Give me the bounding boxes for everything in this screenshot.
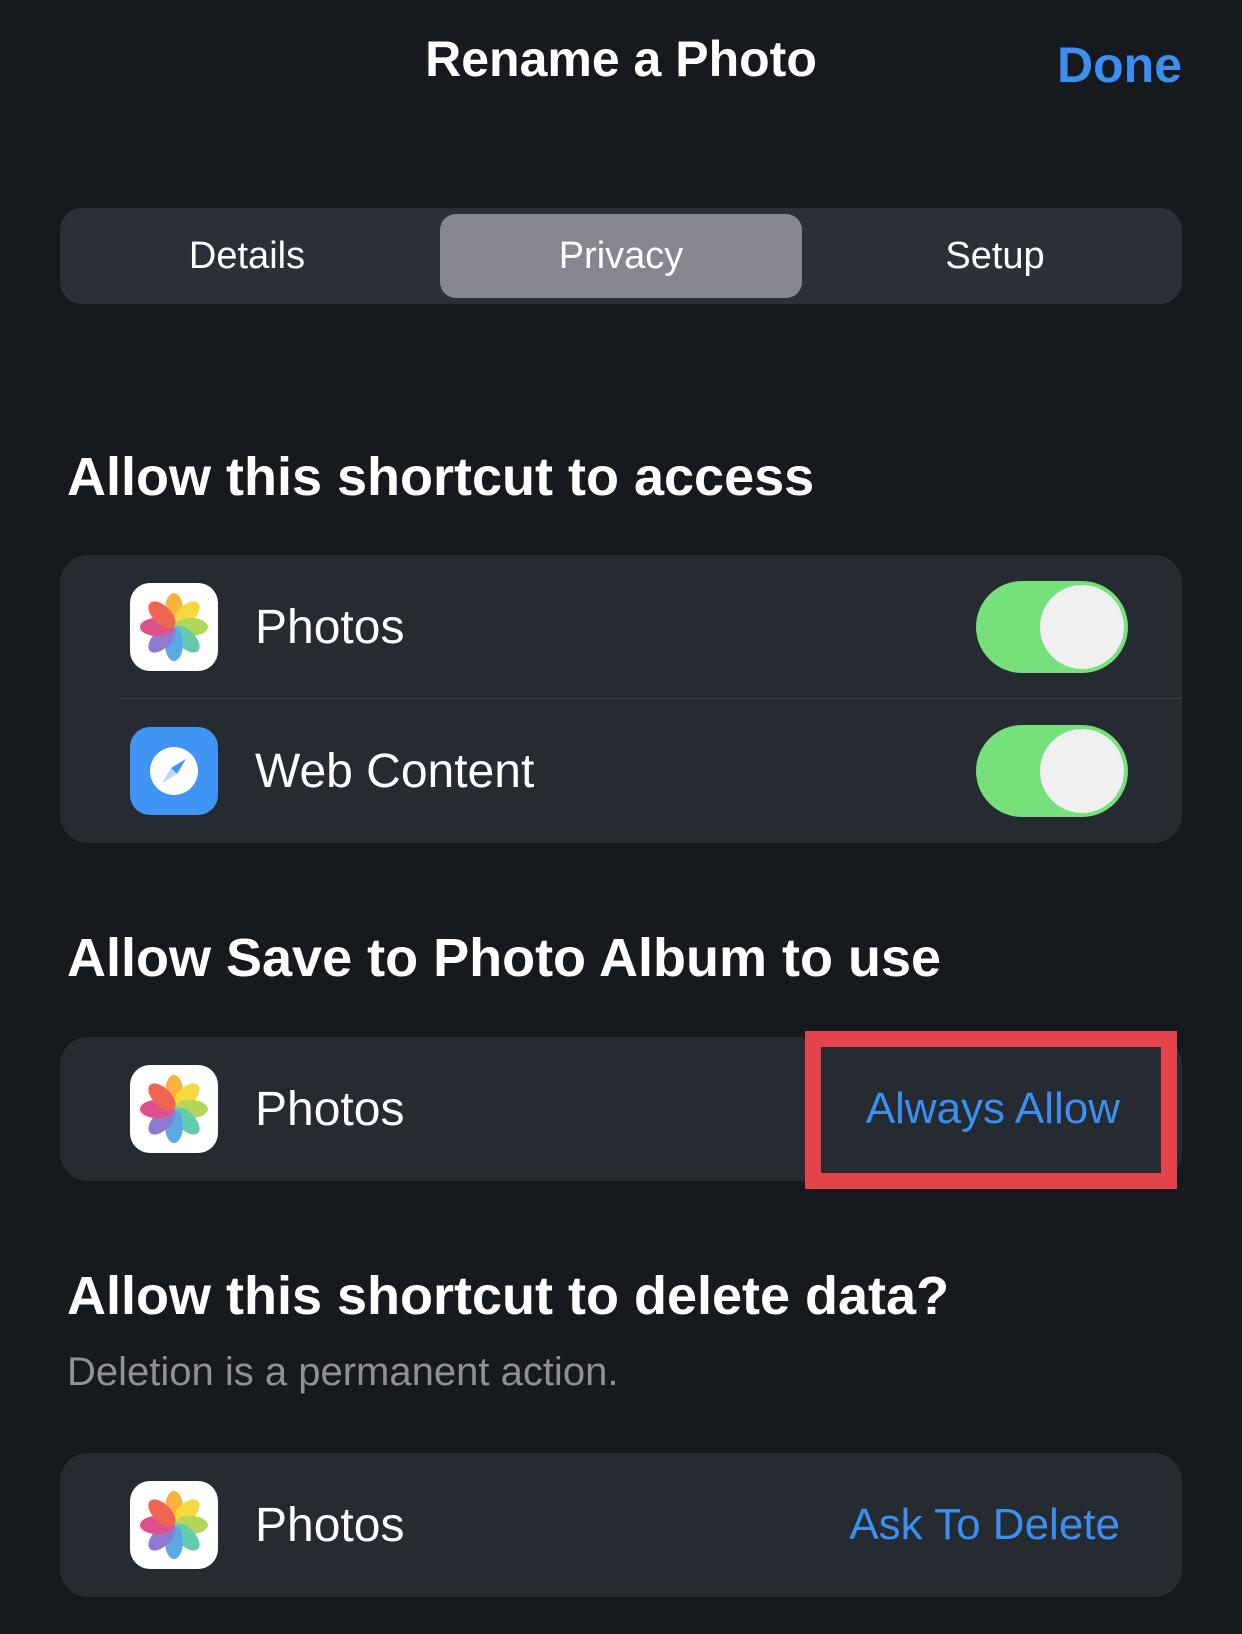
- save-photos-label: Photos: [255, 1082, 405, 1136]
- tab-details[interactable]: Details: [66, 214, 428, 298]
- save-section-title: Allow Save to Photo Album to use: [67, 928, 942, 988]
- delete-row-photos: Photos Ask To Delete: [60, 1453, 1182, 1597]
- access-group: Photos Web Content: [60, 555, 1182, 843]
- ask-to-delete-button[interactable]: Ask To Delete: [849, 1500, 1120, 1550]
- delete-section-subtitle: Deletion is a permanent action.: [67, 1350, 619, 1394]
- delete-photos-label: Photos: [255, 1498, 405, 1552]
- tab-privacy[interactable]: Privacy: [440, 214, 802, 298]
- segmented-control: Details Privacy Setup: [60, 208, 1182, 304]
- access-photos-label: Photos: [255, 600, 405, 654]
- access-row-web-content: Web Content: [60, 699, 1182, 843]
- access-section-title: Allow this shortcut to access: [67, 447, 815, 507]
- access-row-photos: Photos: [60, 555, 1182, 699]
- highlight-annotation: [805, 1031, 1177, 1189]
- photos-app-icon: [130, 1481, 218, 1569]
- done-button[interactable]: Done: [1057, 36, 1182, 94]
- delete-group: Photos Ask To Delete: [60, 1453, 1182, 1597]
- photos-access-toggle[interactable]: [976, 581, 1128, 673]
- web-content-access-toggle[interactable]: [976, 725, 1128, 817]
- page-title: Rename a Photo: [425, 31, 817, 87]
- access-web-content-label: Web Content: [255, 744, 535, 798]
- tab-setup[interactable]: Setup: [814, 214, 1176, 298]
- toggle-knob: [1040, 729, 1124, 813]
- delete-section-title: Allow this shortcut to delete data?: [67, 1266, 950, 1326]
- toggle-knob: [1040, 585, 1124, 669]
- safari-compass-icon: [130, 727, 218, 815]
- photos-app-icon: [130, 583, 218, 671]
- photos-app-icon: [130, 1065, 218, 1153]
